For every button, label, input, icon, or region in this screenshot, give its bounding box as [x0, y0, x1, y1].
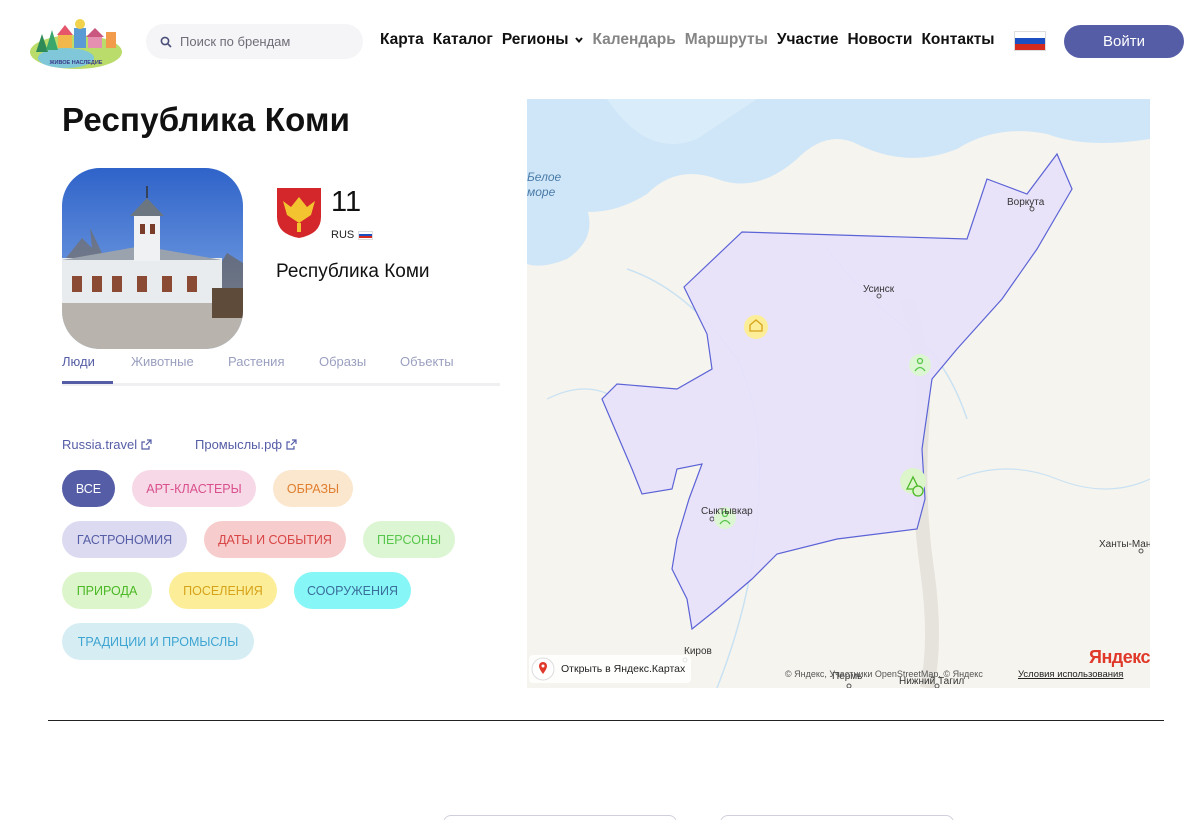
nav-news[interactable]: Новости	[847, 31, 912, 49]
nav-routes[interactable]: Маршруты	[685, 31, 768, 49]
country-code: RUS	[331, 229, 374, 241]
chip-dates-events[interactable]: Даты и события	[204, 521, 346, 558]
russia-flag-icon	[358, 230, 374, 240]
map-label-khanty: Ханты-Ман	[1099, 539, 1150, 550]
region-name: Республика Коми	[276, 261, 430, 282]
section-divider	[48, 720, 1164, 721]
nav-contacts[interactable]: Контакты	[921, 31, 994, 49]
region-map[interactable]: Воркута Усинск Сыктывкар Киров Пермь Ниж…	[527, 99, 1150, 688]
bottom-button-left[interactable]	[443, 815, 677, 820]
site-logo[interactable]: ЖИВОЕ НАСЛЕДИЕ	[28, 12, 124, 70]
chip-gastronomy[interactable]: Гастрономия	[62, 521, 187, 558]
chip-traditions-crafts[interactable]: Традиции и промыслы	[62, 623, 254, 660]
chip-images[interactable]: Образы	[273, 470, 353, 507]
tab-plants[interactable]: Растения	[228, 354, 285, 369]
chip-all[interactable]: Все	[62, 470, 115, 507]
tab-people[interactable]: Люди	[62, 354, 95, 369]
nav-catalog[interactable]: Каталог	[433, 31, 493, 49]
region-photo	[62, 168, 243, 349]
yandex-logo: Яндекс	[1089, 647, 1151, 667]
chip-nature[interactable]: Природа	[62, 572, 152, 609]
map-label-vorkuta: Воркута	[1007, 197, 1045, 208]
chip-structures[interactable]: Сооружения	[294, 572, 411, 609]
external-link-icon	[141, 439, 152, 450]
region-code: 11	[331, 186, 362, 218]
link-promysly[interactable]: Промыслы.рф	[195, 437, 297, 452]
search-input[interactable]	[180, 34, 350, 49]
page-title: Республика Коми	[62, 101, 351, 138]
map-marker-settlement[interactable]	[744, 315, 768, 339]
chip-settlements[interactable]: Поселения	[169, 572, 277, 609]
tab-active-indicator	[62, 381, 113, 384]
link-promysly-label: Промыслы.рф	[195, 437, 283, 452]
tab-animals[interactable]: Животные	[131, 354, 194, 369]
tab-images[interactable]: Образы	[319, 354, 366, 369]
country-code-text: RUS	[331, 229, 355, 241]
search-icon	[160, 36, 172, 48]
bottom-button-right[interactable]	[720, 815, 954, 820]
map-label-syktyvkar: Сыктывкар	[701, 506, 753, 517]
external-link-icon	[286, 439, 297, 450]
link-russia-travel[interactable]: Russia.travel	[62, 437, 152, 452]
nav-calendar[interactable]: Календарь	[592, 31, 675, 49]
nav-map[interactable]: Карта	[380, 31, 424, 49]
map-attribution: © Яндекс, Участники OpenStreetMap, © Янд…	[785, 669, 983, 679]
map-label-usinsk: Усинск	[863, 284, 895, 295]
language-flag-ru[interactable]	[1014, 31, 1046, 51]
open-in-yandex-maps[interactable]: Открыть в Яндекс.Картах	[529, 655, 692, 683]
search-box[interactable]	[146, 24, 363, 59]
tab-objects[interactable]: Объекты	[400, 354, 454, 369]
map-label-sea: Белое море	[527, 170, 562, 199]
login-button[interactable]: Войти	[1064, 25, 1184, 58]
map-marker-person[interactable]	[909, 354, 931, 376]
category-tabs: Люди Животные Растения Образы Объекты	[62, 352, 500, 386]
chip-art-clusters[interactable]: Арт-кластеры	[132, 470, 256, 507]
logo-text: ЖИВОЕ НАСЛЕДИЕ	[49, 60, 103, 66]
main-nav: Карта Каталог Регионы Календарь Маршруты…	[380, 31, 1004, 49]
coat-of-arms	[276, 187, 322, 239]
nav-participation[interactable]: Участие	[777, 31, 839, 49]
chevron-down-icon[interactable]	[574, 35, 584, 45]
link-russia-travel-label: Russia.travel	[62, 437, 138, 452]
chip-persons[interactable]: Персоны	[363, 521, 455, 558]
map-terms-link[interactable]: Условия использования	[1018, 669, 1123, 680]
nav-regions[interactable]: Регионы	[502, 31, 569, 49]
open-in-yandex-maps-label: Открыть в Яндекс.Картах	[561, 663, 686, 675]
map-pin-icon	[531, 657, 555, 681]
